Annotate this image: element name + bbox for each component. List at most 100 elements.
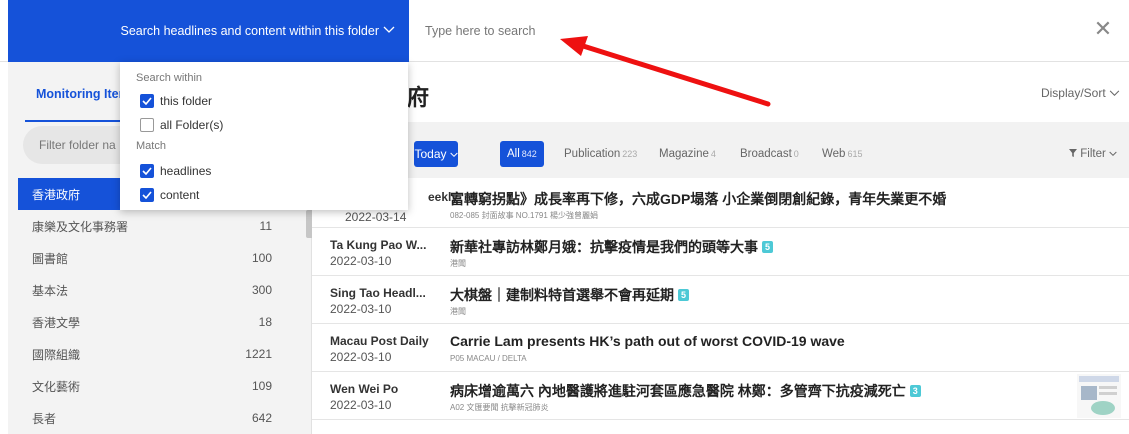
result-subline: A02 文匯要聞 抗擊新冠肺炎	[450, 403, 549, 412]
results-list: eekly 2022-03-14 富轉窮拐點》成長率再下修，六成GDP塌落 小企…	[312, 180, 1129, 420]
checkbox-checked-icon[interactable]	[140, 94, 154, 108]
folder-count: 642	[251, 411, 272, 425]
result-headline[interactable]: Carrie Lam presents HK’s path out of wor…	[450, 333, 845, 349]
result-row[interactable]: Sing Tao Headl... 2022-03-10 大棋盤｜建制料特首選舉…	[312, 276, 1129, 324]
option-label: headlines	[160, 164, 212, 178]
display-sort-label: Display/Sort	[1040, 86, 1106, 100]
folder-name: 基本法	[32, 283, 69, 298]
result-headline: 大棋盤｜建制料特首選舉不會再延期	[450, 287, 674, 303]
folder-name: 長者	[32, 411, 57, 426]
folder-item[interactable]: 康樂及文化事務署 11	[8, 210, 312, 242]
result-row[interactable]: Wen Wei Po 2022-03-10 病床增逾萬六 內地醫護將進駐河套區應…	[312, 372, 1129, 420]
today-dropdown[interactable]: Today	[414, 141, 458, 167]
result-source: Ta Kung Pao W...	[330, 238, 427, 252]
folder-name: 康樂及文化事務署	[32, 219, 129, 234]
folder-count: 100	[251, 251, 272, 265]
result-thumbnail[interactable]	[1077, 374, 1121, 418]
result-subline: 082-085 封面故事 NO.1791 楊少強曾麗娟	[450, 211, 599, 220]
search-scope-dropdown: Search within this folder all Folder(s) …	[120, 62, 408, 210]
filter-button[interactable]: Filter	[1069, 148, 1117, 160]
result-source: Wen Wei Po	[330, 382, 399, 396]
result-headline: 新華社專訪林鄭月娥：抗擊疫情是我們的頭等大事	[450, 239, 758, 255]
search-scope-label: Search headlines and content within this…	[120, 24, 380, 38]
folder-list: 香港政府 康樂及文化事務署 11 圖書館 100 基本法 300 香港文學 18…	[8, 178, 312, 434]
result-subline: P05 MACAU / DELTA	[450, 354, 527, 363]
result-headline[interactable]: 富轉窮拐點》成長率再下修，六成GDP塌落 小企業倒閉創紀錄，青年失業更不婚	[450, 189, 946, 209]
close-icon[interactable]: ✕	[1091, 18, 1115, 42]
folder-name: 國際組織	[32, 347, 81, 362]
page-title: 府	[407, 85, 430, 110]
folder-item[interactable]: 香港文學 18	[8, 306, 312, 338]
checkbox-checked-icon[interactable]	[140, 164, 154, 178]
chevron-down-icon	[383, 25, 395, 37]
folder-count: 1221	[245, 347, 272, 361]
folder-count: 18	[258, 315, 272, 329]
filter-bar: Today All 842 Publication 223 Magazine 4 Br…	[312, 122, 1129, 178]
folder-item[interactable]: 基本法 300	[8, 274, 312, 306]
search-scope-button[interactable]: Search headlines and content within this…	[8, 0, 409, 62]
result-row[interactable]: Ta Kung Pao W... 2022-03-10 新華社專訪林鄭月娥：抗擊…	[312, 228, 1129, 276]
folder-name: 文化藝術	[32, 379, 81, 394]
tab-all[interactable]: All 842	[500, 141, 544, 167]
today-label: Today	[414, 147, 447, 161]
result-row[interactable]: Macau Post Daily 2022-03-10 Carrie Lam p…	[312, 324, 1129, 372]
option-headlines[interactable]: headlines	[140, 164, 211, 178]
folder-count: 300	[251, 283, 272, 297]
search-input[interactable]	[414, 16, 1054, 46]
tab-count: 4	[710, 149, 716, 159]
result-date: 2022-03-10	[330, 302, 392, 316]
result-date: 2022-03-10	[330, 350, 392, 364]
chevron-down-icon	[449, 147, 458, 161]
folder-count: 109	[251, 379, 272, 393]
tab-count: 223	[622, 149, 638, 159]
folder-item[interactable]: 圖書館 100	[8, 242, 312, 274]
result-headline: 病床增逾萬六 內地醫護將進駐河套區應急醫院 林鄭：多管齊下抗疫減死亡	[450, 383, 906, 399]
result-badge: 5	[762, 241, 774, 253]
tab-web[interactable]: Web 615	[822, 148, 862, 160]
result-date: 2022-03-10	[330, 398, 392, 412]
result-row[interactable]: eekly 2022-03-14 富轉窮拐點》成長率再下修，六成GDP塌落 小企…	[312, 180, 1129, 228]
folder-name: 圖書館	[32, 251, 69, 266]
option-content[interactable]: content	[140, 188, 199, 202]
tab-label: Magazine	[659, 148, 709, 160]
top-search-bar: Search headlines and content within this…	[0, 0, 1129, 62]
filter-label: Filter	[1080, 148, 1106, 160]
folder-item[interactable]: 國際組織 1221	[8, 338, 312, 370]
folder-name: 香港文學	[32, 315, 81, 330]
option-this-folder[interactable]: this folder	[140, 94, 212, 108]
result-headline-wrap[interactable]: 新華社專訪林鄭月娥：抗擊疫情是我們的頭等大事 5	[450, 237, 774, 257]
main-header: 府 Display/Sort	[312, 62, 1129, 122]
tab-label: Publication	[564, 148, 621, 160]
tab-label: Broadcast	[740, 148, 792, 160]
display-sort-button[interactable]: Display/Sort	[1041, 86, 1120, 100]
result-date: 2022-03-14	[345, 210, 407, 224]
chevron-down-icon	[1109, 86, 1120, 100]
result-subline: 港聞	[450, 307, 466, 316]
tab-count: 615	[847, 149, 863, 159]
search-within-label: Search within	[136, 72, 203, 84]
result-source: Sing Tao Headl...	[330, 286, 426, 300]
checkbox-checked-icon[interactable]	[140, 188, 154, 202]
chevron-down-icon	[1109, 148, 1117, 160]
option-label: this folder	[160, 94, 213, 108]
result-headline-wrap[interactable]: 大棋盤｜建制料特首選舉不會再延期 5	[450, 285, 690, 305]
tab-label: Web	[822, 148, 846, 160]
result-badge: 5	[678, 289, 690, 301]
option-all-folders[interactable]: all Folder(s)	[140, 118, 223, 132]
folder-item[interactable]: 長者 642	[8, 402, 312, 434]
tab-broadcast[interactable]: Broadcast 0	[740, 148, 799, 160]
option-label: all Folder(s)	[160, 118, 224, 132]
match-label: Match	[136, 140, 166, 152]
folder-item[interactable]: 文化藝術 109	[8, 370, 312, 402]
result-subline: 港聞	[450, 259, 466, 268]
checkbox-unchecked-icon[interactable]	[140, 118, 154, 132]
tab-monitoring-items[interactable]: Monitoring Iter	[36, 87, 124, 101]
tab-underline	[25, 120, 125, 122]
tab-magazine[interactable]: Magazine 4	[659, 148, 716, 160]
result-headline-wrap[interactable]: 病床增逾萬六 內地醫護將進駐河套區應急醫院 林鄭：多管齊下抗疫減死亡 3	[450, 381, 921, 401]
tab-count: 842	[521, 149, 537, 159]
filter-icon	[1069, 148, 1080, 160]
folder-count: 11	[259, 219, 272, 233]
result-badge: 3	[909, 385, 921, 397]
tab-publication[interactable]: Publication 223	[564, 148, 637, 160]
